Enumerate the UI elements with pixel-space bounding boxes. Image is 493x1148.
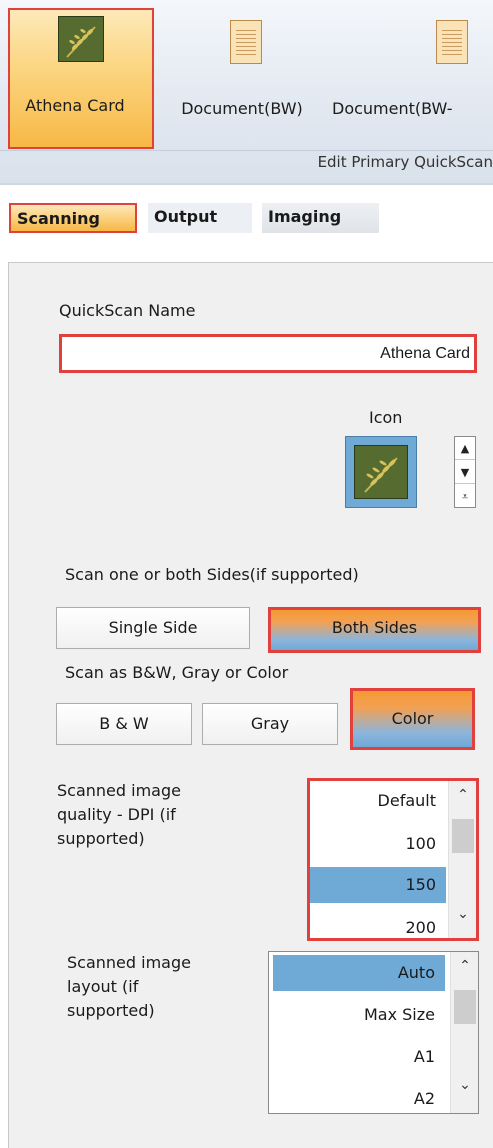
list-item[interactable]: 100 [310,826,446,862]
layout-label: supported) [67,1001,155,1020]
scroll-down-icon[interactable]: ⌄ [449,906,476,922]
quickscan-document-bw[interactable]: Document(BW) [156,8,328,148]
gray-button[interactable]: Gray [202,703,338,745]
icon-preview[interactable] [345,436,417,508]
bw-button[interactable]: B & W [56,703,192,745]
ribbon-toolbar: Athena Card Document(BW) Document(BW- Ed… [0,0,493,183]
quickscan-label: Document(BW- [332,99,453,118]
quickscan-label: Document(BW) [181,99,303,118]
tab-scanning[interactable]: Scanning [9,203,137,233]
list-item[interactable]: A1 [269,1039,445,1075]
layout-scrollbar[interactable]: ⌃ ⌄ [450,952,478,1113]
wheat-icon [354,445,408,499]
quickscan-athena-card[interactable]: Athena Card [8,8,154,149]
tab-output[interactable]: Output [148,203,252,233]
color-mode-label: Scan as B&W, Gray or Color [65,663,289,682]
scroll-up-icon[interactable]: ⌃ [451,958,478,974]
single-side-button[interactable]: Single Side [56,607,250,649]
ribbon-group-label: Edit Primary QuickScan [317,153,493,171]
quickscan-document-bw-2[interactable]: Document(BW- [330,8,493,148]
document-icon [230,20,262,64]
layout-listbox[interactable]: Auto Max Size A1 A2 ⌃ ⌄ [268,951,479,1114]
scroll-down-icon[interactable]: ⌄ [451,1077,478,1093]
both-sides-button[interactable]: Both Sides [268,607,481,653]
quickscan-name-input[interactable]: Athena Card [59,334,477,373]
dpi-label: quality - DPI (if [57,805,176,824]
dpi-scrollbar[interactable]: ⌃ ⌄ [448,781,476,938]
icon-spinner: ▲ ▼ ⩡ [454,436,476,508]
sides-label: Scan one or both Sides(if supported) [65,565,359,584]
scroll-thumb[interactable] [452,819,474,853]
spin-down-icon[interactable]: ▼ [455,461,475,484]
divider [0,183,493,193]
tab-imaging[interactable]: Imaging [262,203,379,233]
scroll-up-icon[interactable]: ⌃ [449,787,476,803]
quickscan-label: Athena Card [25,96,125,115]
scroll-thumb[interactable] [454,990,476,1024]
layout-label: layout (if [67,977,139,996]
document-icon [436,20,468,64]
list-item[interactable]: A2 [269,1081,445,1113]
dpi-label: Scanned image [57,781,181,800]
list-item[interactable]: 200 [310,910,446,938]
list-item[interactable]: Default [310,783,446,819]
quickscan-name-label: QuickScan Name [59,301,196,320]
layout-label: Scanned image [67,953,191,972]
icon-label: Icon [369,408,403,427]
dpi-label: supported) [57,829,145,848]
wheat-icon [58,16,104,62]
spin-up-icon[interactable]: ▲ [455,437,475,460]
ribbon-divider [0,150,493,151]
list-item[interactable]: Max Size [269,997,445,1033]
tab-bar: Scanning Output Imaging [0,193,493,243]
spin-dropdown-icon[interactable]: ⩡ [455,485,475,508]
scanning-settings-panel: QuickScan Name Athena Card Icon ▲ ▼ ⩡ Sc [8,262,493,1148]
dpi-listbox[interactable]: Default 100 150 200 ⌃ ⌄ [307,778,479,941]
list-item-selected[interactable]: Auto [273,955,445,991]
color-button[interactable]: Color [350,688,475,750]
list-item-selected[interactable]: 150 [310,867,446,903]
